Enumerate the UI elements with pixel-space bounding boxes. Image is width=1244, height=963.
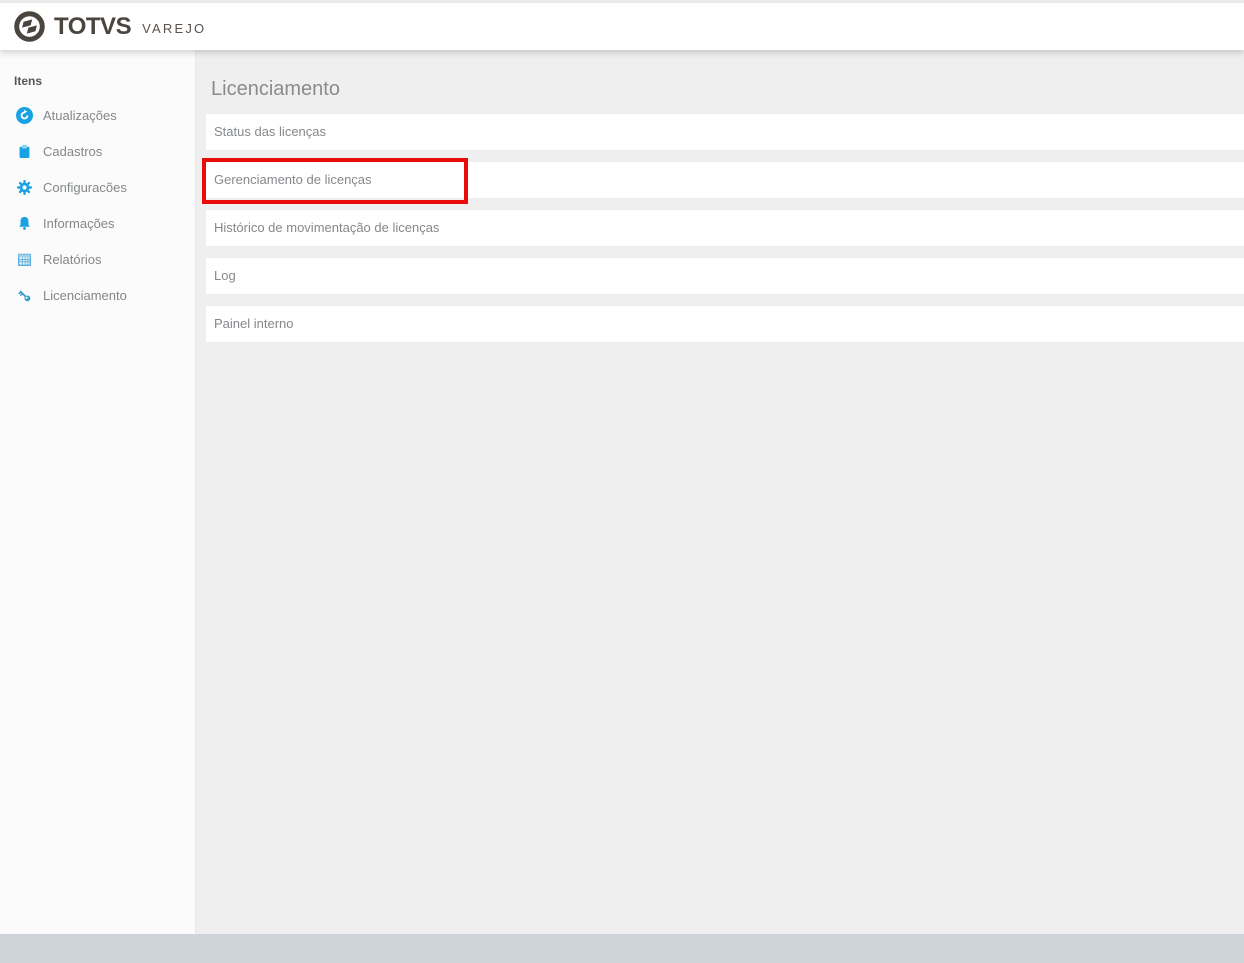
gear-icon xyxy=(17,179,32,195)
sidebar-item-label: Configuracões xyxy=(43,179,127,195)
app-header: TOTVS VAREJO xyxy=(0,3,1244,50)
page-title: Licenciamento xyxy=(211,78,340,100)
clipboard-icon xyxy=(19,144,30,158)
menu-item-log[interactable]: Log xyxy=(206,258,1244,294)
sidebar-item-licenciamento[interactable]: Licenciamento xyxy=(0,277,195,313)
table-icon xyxy=(18,253,31,266)
sync-icon xyxy=(16,106,33,124)
totvs-logo: TOTVS VAREJO xyxy=(13,10,206,43)
bell-icon xyxy=(19,216,30,230)
menu-item-status-das-licencas[interactable]: Status das licenças xyxy=(206,114,1244,150)
sidebar-title: Itens xyxy=(14,74,43,88)
sidebar-item-atualizacoes[interactable]: Atualizações xyxy=(0,97,195,133)
sidebar-item-informacoes[interactable]: Informações xyxy=(0,205,195,241)
sidebar-item-label: Relatórios xyxy=(43,251,102,267)
sidebar-item-configuracoes[interactable]: Configuracões xyxy=(0,169,195,205)
brand-subtext: VAREJO xyxy=(142,20,207,36)
menu-item-historico-de-movimentacao[interactable]: Histórico de movimentação de licenças xyxy=(206,210,1244,246)
menu-item-gerenciamento-de-licencas[interactable]: Gerenciamento de licenças xyxy=(206,162,1244,198)
footer-bar xyxy=(0,934,1244,963)
brand-text: TOTVS xyxy=(54,12,132,40)
sidebar-item-label: Atualizações xyxy=(43,107,117,123)
menu-item-painel-interno[interactable]: Painel interno xyxy=(206,306,1244,342)
totvs-logo-icon xyxy=(14,11,45,42)
sidebar-item-label: Cadastros xyxy=(43,143,103,159)
main-content: Licenciamento Status das licenças Gerenc… xyxy=(196,50,1244,934)
page: TOTVS VAREJO Itens Atualizações Cadastro… xyxy=(0,0,1244,963)
body-row: Itens Atualizações Cadastros Configuracõ… xyxy=(0,50,1244,934)
sidebar-item-label: Licenciamento xyxy=(43,287,127,303)
sidebar-item-relatorios[interactable]: Relatórios xyxy=(0,241,195,277)
sidebar-item-label: Informações xyxy=(43,215,115,231)
sidebar-item-cadastros[interactable]: Cadastros xyxy=(0,133,195,169)
menu-list: Status das licenças Gerenciamento de lic… xyxy=(196,114,1244,342)
key-icon xyxy=(18,290,31,301)
sidebar: Itens Atualizações Cadastros Configuracõ… xyxy=(0,50,196,934)
